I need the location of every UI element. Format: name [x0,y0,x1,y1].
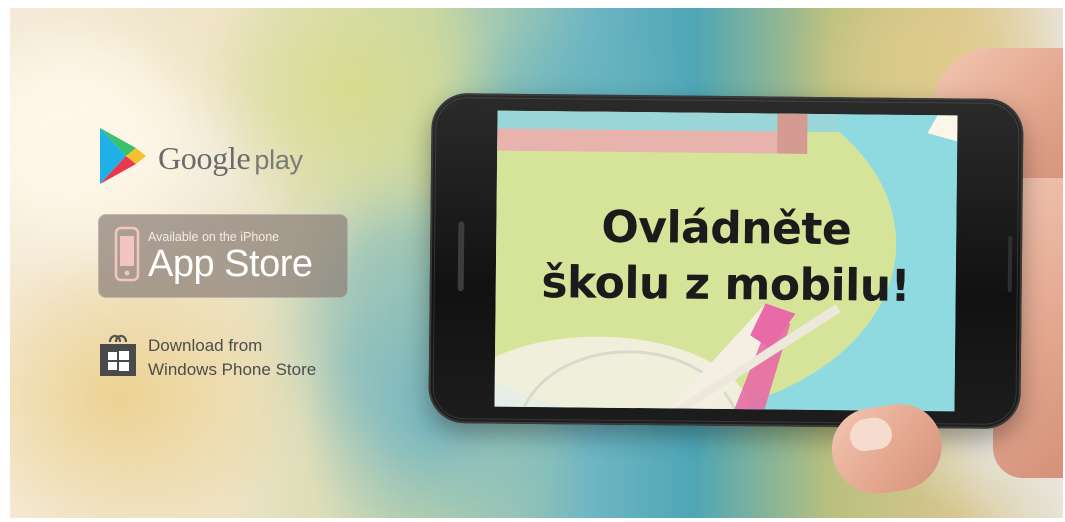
iphone-icon [114,226,140,287]
promo-banner: Google play Available on the iPhone App S… [10,8,1063,518]
app-store-badge[interactable]: Available on the iPhone App Store [98,214,348,298]
google-play-badge[interactable]: Google play [96,126,303,191]
phone-button [1007,235,1013,292]
smartphone: Ovládněte školu z mobilu! [428,92,1024,430]
app-store-label: App Store [148,243,313,285]
app-store-small-label: Available on the iPhone [148,230,280,244]
google-play-name: Google [158,140,251,176]
phone-speaker [457,221,465,292]
google-play-suffix: play [254,145,303,175]
google-play-label: Google play [158,140,303,177]
windows-store-texts: Download from Windows Phone Store [148,334,316,382]
phone-screen: Ovládněte školu z mobilu! [494,110,958,412]
headline-line-2: školu z mobilu! [541,257,911,312]
promo-headline: Ovládněte školu z mobilu! [495,199,956,316]
google-play-icon [96,126,148,191]
windows-store-icon [98,332,138,383]
windows-store-badge[interactable]: Download from Windows Phone Store [98,332,316,383]
app-store-texts: Available on the iPhone App Store [148,228,313,284]
windows-store-line1: Download from [148,335,263,355]
headline-line-1: Ovládněte [601,201,852,256]
windows-store-line2: Windows Phone Store [148,359,317,379]
